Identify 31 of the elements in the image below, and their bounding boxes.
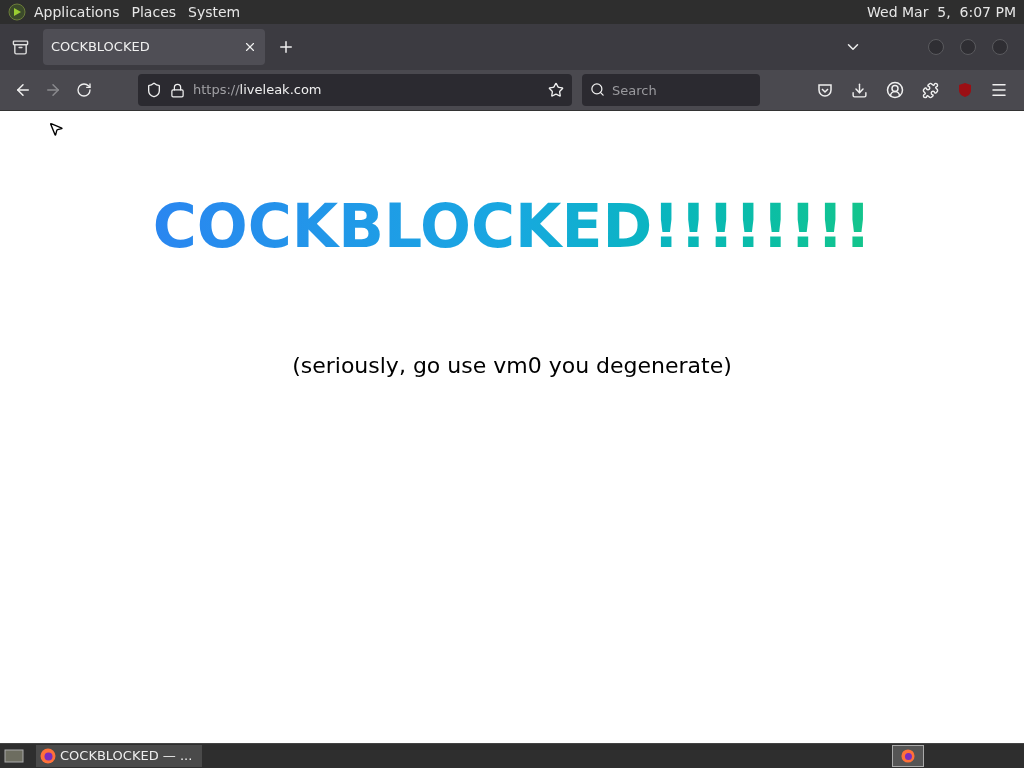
window-title: COCKBLOCKED — ... xyxy=(60,747,193,766)
browser-tab[interactable]: COCKBLOCKED xyxy=(43,29,265,65)
browser-logo-icon xyxy=(40,748,56,764)
reload-icon[interactable] xyxy=(76,82,92,98)
menu-icon[interactable] xyxy=(990,81,1008,99)
new-tab-icon[interactable] xyxy=(277,38,295,56)
url-text: https://liveleak.com xyxy=(193,81,323,100)
mouse-cursor-icon xyxy=(48,121,64,137)
panel-menu[interactable]: Applications xyxy=(34,1,120,23)
tab-list-icon[interactable] xyxy=(12,38,29,56)
taskbar-window-button[interactable]: COCKBLOCKED — ... xyxy=(36,745,202,767)
back-icon[interactable] xyxy=(14,81,32,99)
lock-icon xyxy=(170,82,185,98)
panel-menu[interactable]: System xyxy=(188,1,241,23)
download-icon[interactable] xyxy=(851,81,868,99)
tab-title: COCKBLOCKED xyxy=(51,38,151,57)
extensions-icon[interactable] xyxy=(922,81,939,99)
forward-icon[interactable] xyxy=(44,81,62,99)
url-field[interactable]: https://liveleak.com xyxy=(138,74,572,106)
page-subtitle: (seriously, go use vm0 you degenerate) xyxy=(292,352,732,380)
panel-menu[interactable]: Places xyxy=(131,1,177,23)
browser-logo-icon xyxy=(901,749,915,763)
distro-logo-icon xyxy=(8,3,26,21)
clock: Wed Mar 5, 6:07 PM xyxy=(867,2,1016,22)
shield-icon xyxy=(146,82,162,98)
close-icon[interactable] xyxy=(243,40,257,54)
desktop-icon[interactable] xyxy=(4,748,24,764)
search-icon xyxy=(590,82,605,97)
bookmark-star-icon[interactable] xyxy=(548,82,564,98)
account-icon[interactable] xyxy=(886,81,904,99)
search-field[interactable]: Search xyxy=(582,74,760,106)
